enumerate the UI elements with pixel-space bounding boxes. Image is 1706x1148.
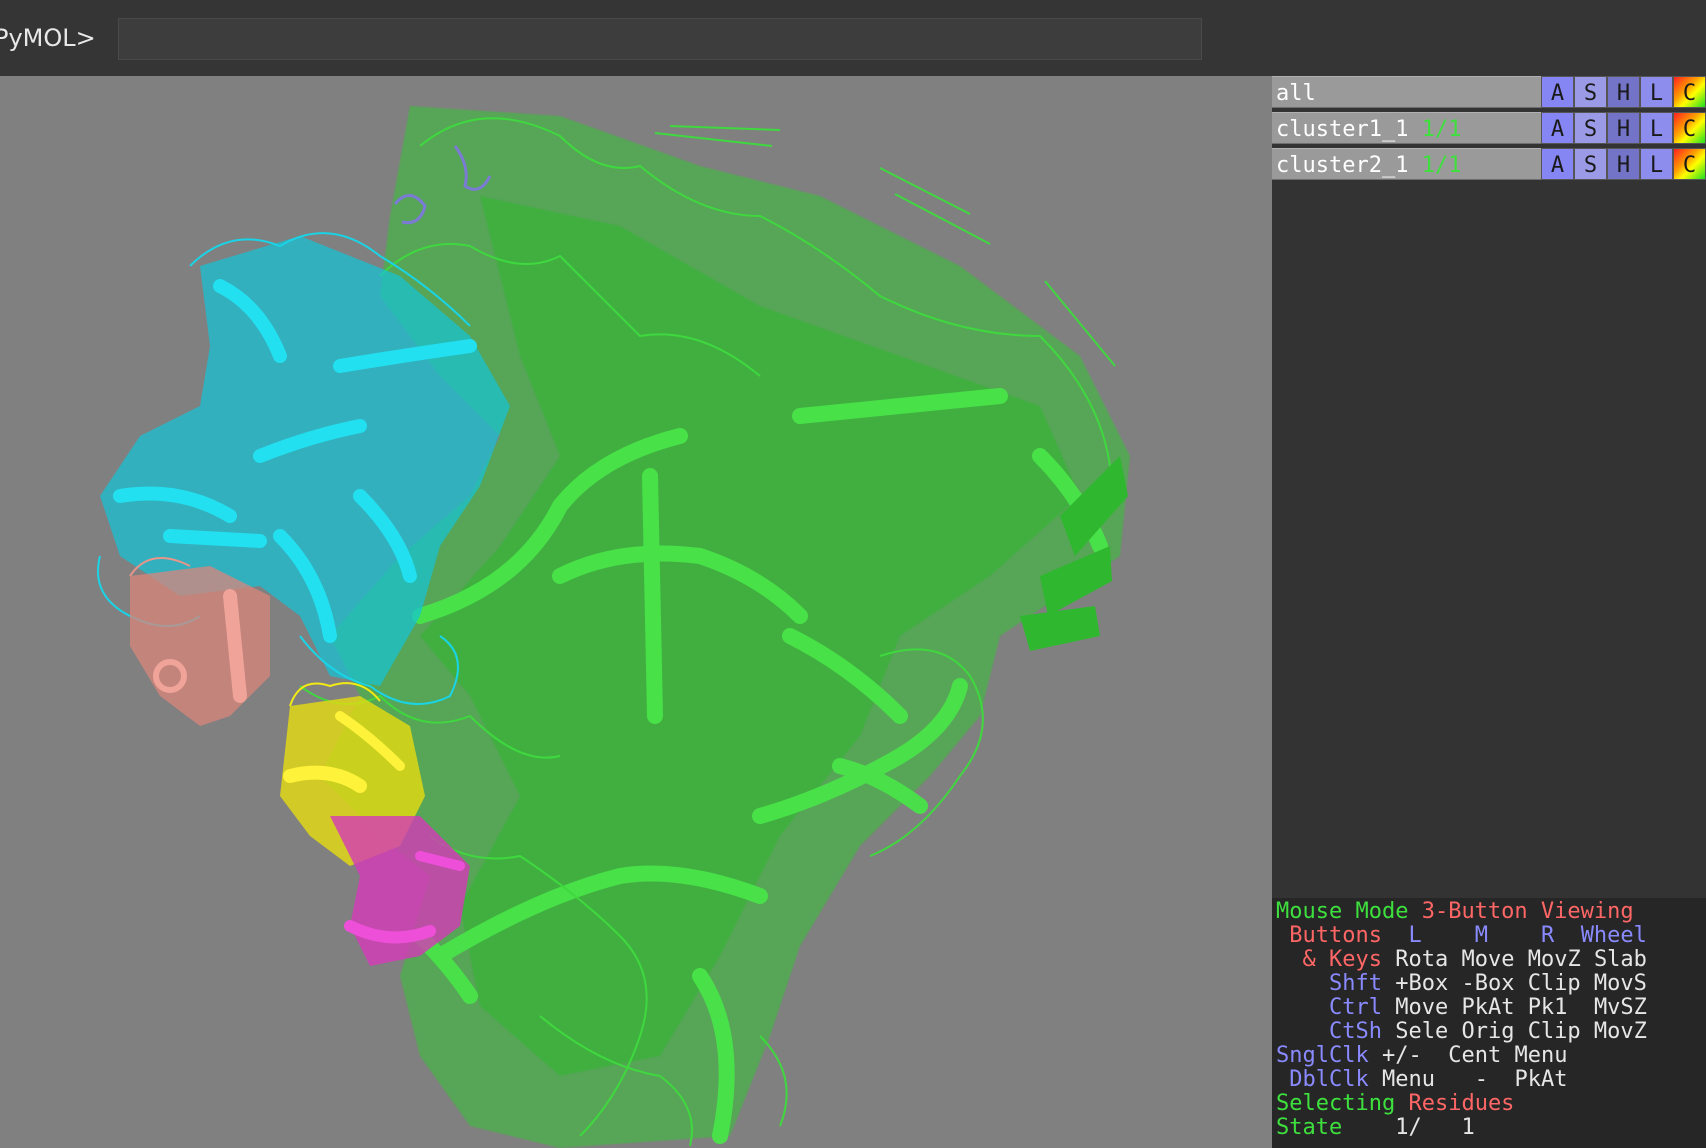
action-button[interactable]: A [1541, 148, 1574, 180]
action-button[interactable]: A [1541, 112, 1574, 144]
show-button[interactable]: S [1574, 76, 1607, 108]
single-click-line: SnglClk +/- Cent Menu [1276, 1043, 1568, 1068]
object-name[interactable]: all [1272, 76, 1541, 108]
chain-green [320, 106, 1130, 1148]
label-button[interactable]: L [1640, 148, 1673, 180]
molecular-viewport[interactable] [0, 76, 1272, 1148]
double-click-line: DblClk Menu - PkAt [1289, 1067, 1568, 1092]
object-row-all[interactable]: all A S H L C [1272, 76, 1706, 110]
mouse-mode-legend[interactable]: Mouse Mode 3-Button Viewing Buttons L M … [1272, 898, 1706, 1148]
ctrl-shift-line: CtSh Sele Orig Clip MovZ [1328, 1019, 1647, 1044]
object-name[interactable]: cluster2_1 1/1 [1272, 148, 1541, 180]
show-button[interactable]: S [1574, 148, 1607, 180]
shift-line: Shft +Box -Box Clip MovS [1328, 971, 1647, 996]
command-prompt: PyMOL> [0, 24, 96, 52]
label-button[interactable]: L [1640, 76, 1673, 108]
color-button[interactable]: C [1673, 112, 1706, 144]
action-button[interactable]: A [1541, 76, 1574, 108]
keys-line: & Keys Rota Move MovZ Slab [1302, 947, 1647, 972]
molecule-render [97, 106, 1130, 1148]
ctrl-line: Ctrl Move PkAt Pk1 MvSZ [1328, 995, 1647, 1020]
hide-button[interactable]: H [1607, 112, 1640, 144]
label-button[interactable]: L [1640, 112, 1673, 144]
state-line: State 1/ 1 [1276, 1115, 1475, 1140]
mouse-mode-line: Mouse Mode 3-Button Viewing [1276, 899, 1634, 924]
color-button[interactable]: C [1673, 76, 1706, 108]
selecting-line[interactable]: Selecting Residues [1276, 1092, 1514, 1116]
object-name[interactable]: cluster1_1 1/1 [1272, 112, 1541, 144]
object-row-cluster2[interactable]: cluster2_1 1/1 A S H L C [1272, 148, 1706, 182]
hide-button[interactable]: H [1607, 76, 1640, 108]
show-button[interactable]: S [1574, 112, 1607, 144]
color-button[interactable]: C [1673, 148, 1706, 180]
command-input[interactable] [118, 18, 1202, 60]
object-row-cluster1[interactable]: cluster1_1 1/1 A S H L C [1272, 112, 1706, 146]
hide-button[interactable]: H [1607, 148, 1640, 180]
buttons-header-line: Buttons L M R Wheel [1289, 923, 1647, 948]
command-bar: PyMOL> [0, 0, 1706, 76]
